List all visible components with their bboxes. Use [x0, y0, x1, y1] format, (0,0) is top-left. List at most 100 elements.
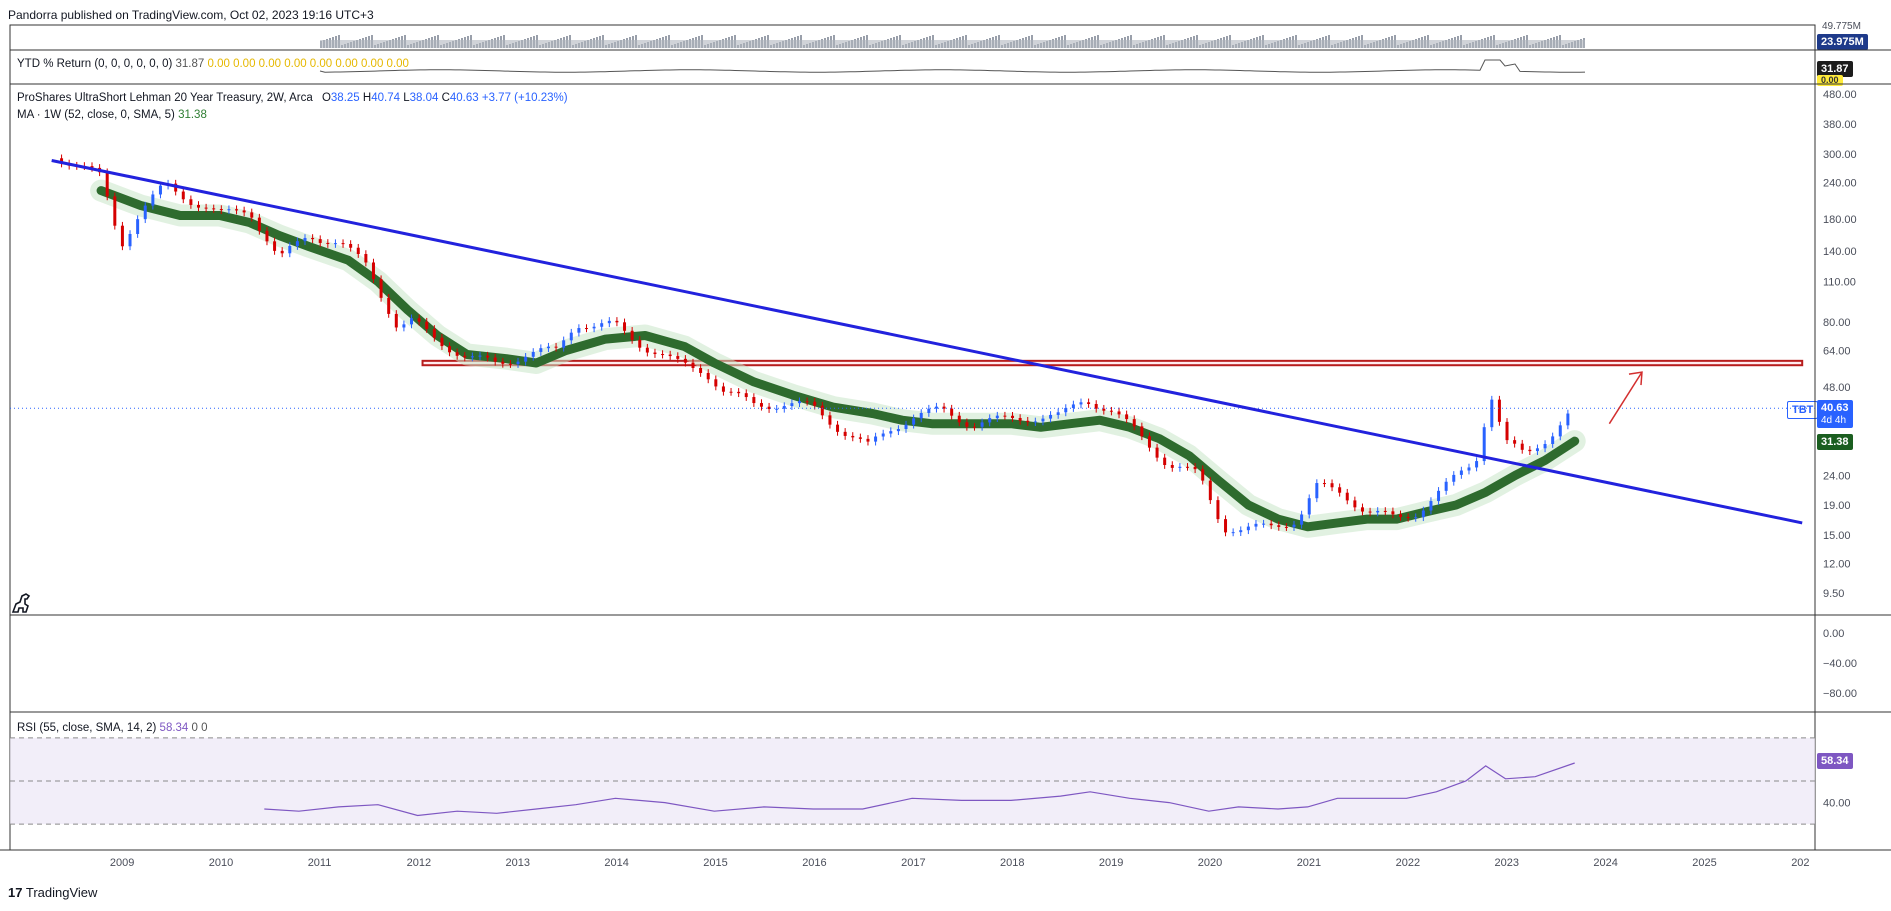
candle-body [592, 326, 596, 329]
candle-body [744, 393, 748, 398]
candle-body [1163, 457, 1167, 465]
candle-body [851, 435, 855, 438]
candle-body [721, 386, 725, 392]
time-tick-label: 2010 [209, 857, 233, 869]
candle-body [1094, 403, 1098, 409]
candle-body [539, 348, 543, 352]
candle-body [1566, 413, 1570, 426]
candle-body [1376, 510, 1380, 513]
price-tick-label: 12.00 [1823, 558, 1851, 570]
candle-body [151, 194, 155, 206]
time-tick-label: 2014 [604, 857, 628, 869]
candle-body [387, 297, 391, 314]
volume-bars [320, 35, 1585, 48]
candle-body [1421, 510, 1425, 518]
candle-body [470, 356, 474, 358]
candle-body [341, 243, 345, 245]
candle-body [1003, 415, 1007, 417]
candle-body [934, 406, 938, 409]
time-tick-label: 2013 [506, 857, 530, 869]
candle-body [759, 403, 763, 407]
candle-body [425, 321, 429, 329]
candle-body [212, 208, 216, 210]
candle-body [326, 242, 330, 244]
candle-body [440, 337, 444, 347]
price-tick-label: 480.00 [1823, 89, 1857, 101]
candle-body [919, 412, 923, 419]
candle-body [508, 363, 512, 365]
candle-body [1383, 510, 1387, 512]
candle-body [1345, 492, 1349, 501]
candle-body [1132, 419, 1136, 427]
candle-body [1300, 514, 1304, 525]
candle-body [691, 362, 695, 368]
candle-body [729, 391, 733, 393]
candle-body [227, 209, 231, 211]
candle-body [486, 355, 490, 358]
candle-body [455, 352, 459, 356]
candle-body [478, 355, 482, 357]
candle-body [995, 415, 999, 419]
candle-body [1049, 414, 1053, 419]
candle-body [1284, 526, 1288, 528]
resistance-box [421, 359, 1804, 367]
candle-body [196, 204, 200, 208]
time-tick-label: 2009 [110, 857, 134, 869]
candle-body [1147, 436, 1151, 448]
candle-body [1216, 500, 1220, 520]
price-tick-label: 300.00 [1823, 149, 1857, 161]
candle-body [569, 332, 573, 341]
ma-glow [90, 179, 1586, 538]
time-tick-label: 2024 [1593, 857, 1617, 869]
candle-body [1475, 461, 1479, 468]
time-tick-label: 2015 [703, 857, 727, 869]
volume-base [320, 40, 1585, 48]
candle-body [1444, 481, 1448, 491]
candle-body [714, 379, 718, 387]
candle-body [1254, 523, 1258, 527]
resistance-zone [421, 359, 1804, 367]
candle-body [1520, 443, 1524, 450]
candle-body [1414, 517, 1418, 519]
arrow-shaft [1608, 371, 1643, 425]
candle-body [1277, 525, 1281, 527]
candle-body [874, 436, 878, 442]
candle-body [1452, 474, 1456, 482]
candle-body [988, 418, 992, 423]
candle-body [752, 397, 756, 404]
candle-body [120, 225, 124, 247]
chart-canvas[interactable]: 480.00 380.00 300.00 240.00 180.00 140.00 110.… [0, 0, 1891, 911]
candle-body [1155, 447, 1159, 458]
time-tick-label: 2020 [1198, 857, 1222, 869]
candle-body [1239, 530, 1243, 533]
candle-body [1292, 524, 1296, 528]
candle-body [912, 418, 916, 425]
candle-body [1087, 402, 1091, 404]
candle-body [828, 415, 832, 425]
candle-body [105, 172, 109, 197]
candle-body [1140, 426, 1144, 437]
price-axis: 480.00 380.00 300.00 240.00 180.00 140.00 110.… [1823, 89, 1857, 600]
trendline [51, 159, 1803, 525]
candle-body [737, 391, 741, 394]
candle-body [524, 356, 528, 362]
time-tick-label: 202 [1791, 857, 1809, 869]
rsi-pane-chart: 40.00 [10, 737, 1851, 825]
candle-body [1338, 487, 1342, 493]
candle-body [562, 340, 566, 348]
time-tick-label: 2025 [1692, 857, 1716, 869]
empty-pane-axis: 0.00 −40.00 −80.00 [1823, 628, 1857, 700]
price-tick-label: 9.50 [1823, 588, 1844, 600]
candle-body [1231, 532, 1235, 534]
candle-body [128, 233, 132, 247]
candle-body [668, 354, 672, 357]
candle-body [1246, 526, 1250, 531]
candle-body [311, 237, 315, 240]
candle-body [630, 330, 634, 340]
candle-body [1079, 402, 1083, 405]
candle-body [181, 191, 185, 200]
candle-body [813, 401, 817, 406]
candle-body [615, 320, 619, 323]
time-tick-label: 2016 [802, 857, 826, 869]
candle-body [1467, 467, 1471, 471]
